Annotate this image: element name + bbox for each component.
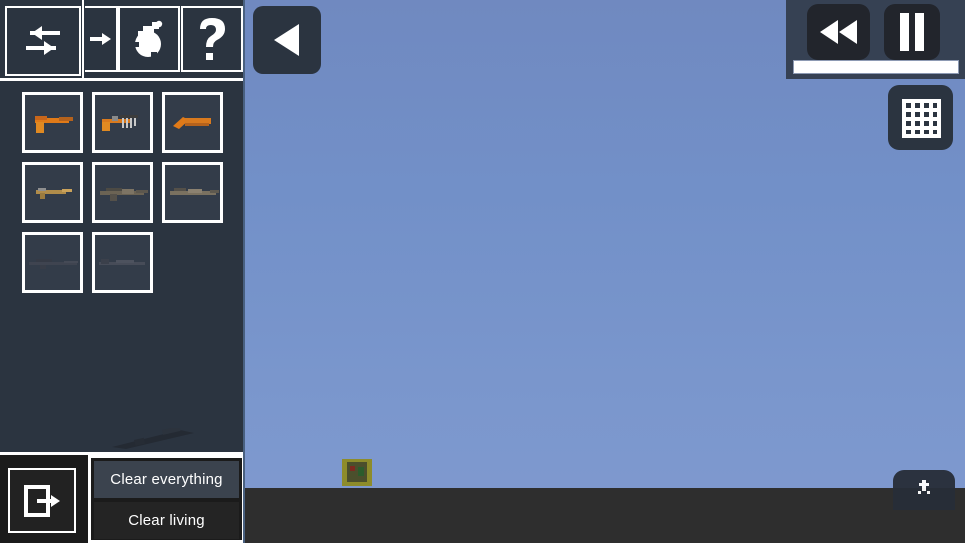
clear-everything-button[interactable]: Clear everything [94,461,239,498]
weapon-preview-icon [112,425,194,449]
creature-eye-red [350,466,355,471]
weapon-row [0,92,245,162]
anchor-pin-icon [918,480,930,494]
next-button[interactable] [85,6,118,72]
carbine-icon [35,187,72,199]
grenade-button[interactable] [118,6,180,72]
creature-eye-green [358,467,364,476]
weapon-preview [110,425,200,450]
question-mark-icon [200,18,225,60]
weapon-slot-sniper-rifle[interactable] [22,232,83,293]
weapon-slot-battle-rifle[interactable] [162,162,223,223]
pause-button[interactable] [884,4,940,60]
weapon-slot-carbine[interactable] [22,162,83,223]
weapon-slot-smg[interactable] [92,92,153,153]
creature-face [347,462,367,482]
assault-rifle-icon [99,187,148,201]
clear-living-button[interactable]: Clear living [94,502,239,539]
smg-icon [101,114,138,131]
rewind-icon [819,20,857,44]
weapon-slot-pistol[interactable] [22,92,83,153]
time-progress-slider[interactable] [793,60,959,74]
marksman-rifle-icon [98,258,145,265]
sidebar-edge [243,0,245,543]
weapon-grid [0,92,245,302]
battle-rifle-icon [169,187,219,195]
weapon-slot-marksman-rifle[interactable] [92,232,153,293]
grenade-icon [134,20,163,58]
weapon-row [0,162,245,232]
exit-button[interactable] [8,468,76,533]
back-button[interactable] [253,6,321,74]
sniper-rifle-icon [28,258,78,269]
toolbar-divider [82,0,84,78]
playback-panel [786,0,965,79]
sawn-off-shotgun-icon [172,116,211,129]
exit-door-icon [24,484,60,517]
spawned-creature[interactable] [340,455,374,488]
left-sidebar: Clear everything Clear living [0,0,245,543]
pause-icon [900,13,924,51]
arrow-right-icon [89,33,111,45]
pistol-icon [34,115,73,133]
rewind-button[interactable] [807,4,870,60]
toolbar-underline [0,78,243,81]
swap-button[interactable] [5,6,81,76]
weapon-row [0,232,245,302]
help-button[interactable] [181,6,243,72]
swap-arrows-icon [26,26,60,55]
weapon-slot-assault-rifle[interactable] [92,162,153,223]
bottom-expand-tab[interactable] [893,470,955,510]
game-screen: Clear everything Clear living [0,0,965,543]
weapon-slot-sawn-off[interactable] [162,92,223,153]
grid-button[interactable] [888,85,953,150]
triangle-left-icon [274,24,299,56]
sidebar-toolbar [0,0,245,81]
clear-panel: Clear everything Clear living [88,455,245,543]
grid-icon [901,98,941,138]
